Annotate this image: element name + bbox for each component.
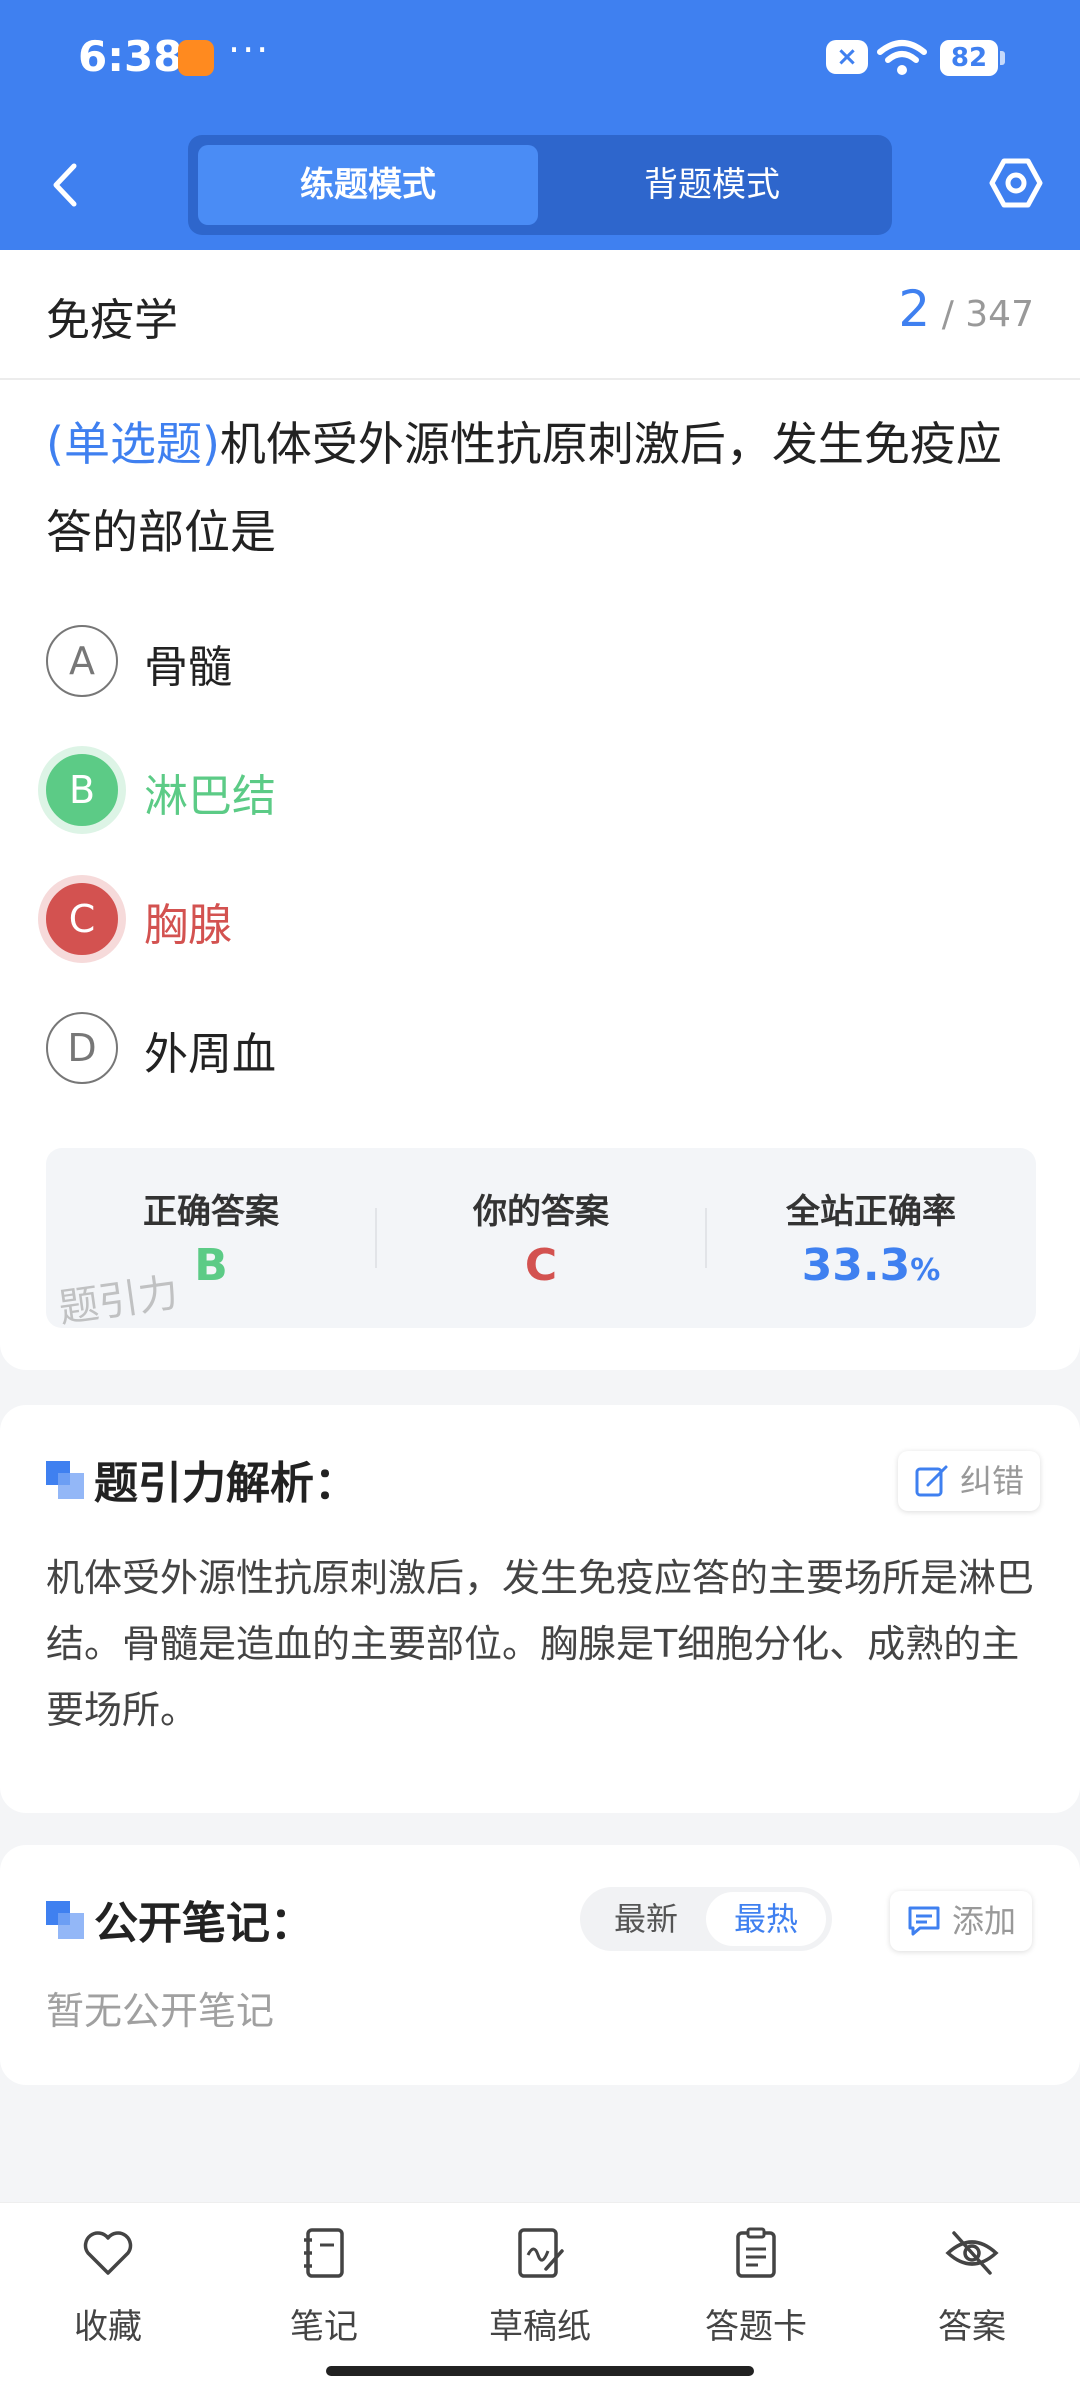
accuracy-rate-value: 33.3% [706,1240,1036,1291]
counter-separator: / [941,294,954,335]
analysis-title: 题引力解析： [94,1458,358,1509]
nav-answer[interactable]: 答案 [872,2225,1072,2365]
nav-label: 答题卡 [705,2307,807,2347]
answer-summary: 正确答案 B 你的答案 C 全站正确率 33.3% 题引力 [46,1148,1036,1328]
nav-answer-sheet[interactable]: 答题卡 [656,2225,856,2365]
more-notifications-icon: ··· [228,28,271,72]
accuracy-rate-number: 33.3 [801,1240,911,1291]
notes-title: 公开笔记： [94,1898,314,1949]
back-arrow-icon[interactable] [46,160,86,210]
accuracy-rate-block: 全站正确率 33.3% [706,1148,1036,1328]
option-letter: A [46,625,118,697]
nav-label: 答案 [938,2307,1006,2347]
section-marker-icon [46,1461,84,1499]
tab-memorize-mode[interactable]: 背题模式 [542,145,882,225]
add-note-button[interactable]: 添加 [890,1891,1033,1951]
option-letter: D [46,1012,118,1084]
app-notification-icon [178,40,214,76]
your-answer-label: 你的答案 [473,1192,609,1232]
top-bar: 6:38 ··· × 82 练题模式 背题模式 [0,0,1080,250]
your-answer-value: C [524,1240,558,1291]
option-text: 胸腺 [144,900,232,951]
option-text: 外周血 [144,1029,276,1080]
question-type-label: (单选题) [46,417,220,471]
question-counter[interactable]: 2 / 347 [898,280,1034,338]
option-text: 淋巴结 [144,771,276,822]
battery-indicator: 82 [940,40,1005,76]
current-question-number: 2 [898,280,931,338]
nav-draft-paper[interactable]: 草稿纸 [440,2225,640,2365]
accuracy-rate-label: 全站正确率 [786,1192,956,1232]
nav-favorite[interactable]: 收藏 [8,2225,208,2365]
option-letter: C [46,883,118,955]
analysis-text: 机体受外源性抗原刺激后，发生免疫应答的主要场所是淋巴结。骨髓是造血的主要部位。胸… [46,1556,1035,1732]
empty-notes-text: 暂无公开笔记 [46,1989,275,2033]
status-bar: 6:38 ··· × 82 [0,0,1080,120]
eye-off-icon [945,2231,999,2275]
divider [0,378,1080,380]
status-time: 6:38 [78,32,183,81]
settings-icon[interactable] [988,155,1044,211]
total-questions: 347 [965,294,1034,335]
mobile-data-off-icon: × [826,40,868,74]
option-text: 骨髓 [144,642,232,693]
nav-label: 草稿纸 [489,2307,591,2347]
section-marker-icon [46,1901,84,1939]
question-card: 免疫学 2 / 347 (单选题)机体受外源性抗原刺激后，发生免疫应答的部位是 … [0,250,1080,1370]
tab-practice-mode[interactable]: 练题模式 [198,145,538,225]
report-error-button[interactable]: 纠错 [898,1451,1041,1511]
report-error-label: 纠错 [960,1462,1025,1500]
notebook-icon [304,2228,344,2278]
heart-icon [83,2231,133,2275]
comment-icon [908,1906,940,1936]
subject-title: 免疫学 [46,295,178,346]
public-notes-card: 公开笔记： 最新 最热 添加 暂无公开笔记 [0,1845,1080,2085]
sort-latest-option[interactable]: 最新 [586,1892,706,1946]
mode-switcher: 练题模式 背题模式 [188,135,892,235]
sort-hot-option[interactable]: 最热 [706,1892,826,1946]
notes-sort-toggle: 最新 最热 [580,1887,832,1951]
nav-label: 收藏 [74,2307,142,2347]
analysis-card: 题引力解析： 纠错 机体受外源性抗原刺激后，发生免疫应答的主要场所是淋巴结。骨髓… [0,1405,1080,1813]
correct-answer-label: 正确答案 [143,1192,279,1232]
add-note-label: 添加 [952,1902,1017,1940]
wifi-icon [877,40,927,75]
home-indicator[interactable] [326,2366,754,2376]
option-letter: B [46,754,118,826]
accuracy-rate-unit: % [910,1253,941,1288]
edit-icon [915,1465,948,1497]
nav-notes[interactable]: 笔记 [224,2225,424,2365]
your-answer-block: 你的答案 C [376,1148,706,1328]
draft-paper-icon [518,2228,564,2278]
nav-label: 笔记 [290,2307,358,2347]
answer-sheet-icon [736,2227,776,2278]
question-text: (单选题)机体受外源性抗原刺激后，发生免疫应答的部位是 [46,400,1036,576]
